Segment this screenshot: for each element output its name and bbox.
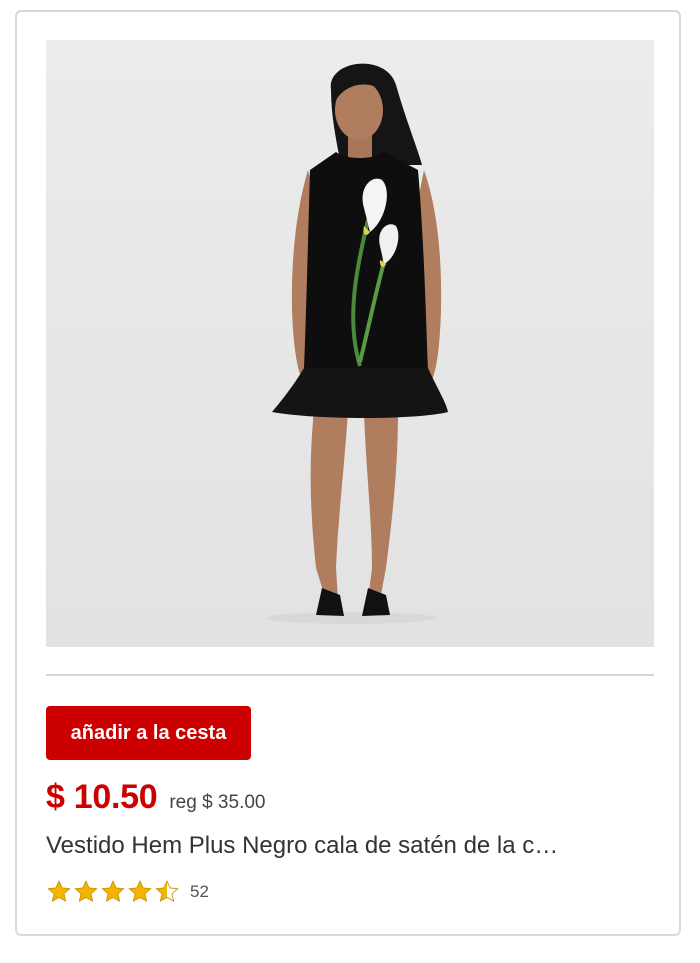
product-image[interactable] — [46, 40, 654, 647]
product-title[interactable]: Vestido Hem Plus Negro cala de satén de … — [46, 832, 658, 860]
rating[interactable]: 52 — [46, 878, 209, 906]
sale-price: $ 10.50 — [46, 778, 158, 816]
regular-price: reg $ 35.00 — [169, 792, 266, 813]
star-half-icon — [155, 880, 179, 902]
star-rating — [46, 879, 180, 905]
product-card: añadir a la cesta $ 10.50 reg $ 35.00 Ve… — [15, 10, 681, 936]
divider — [46, 674, 654, 676]
star-full-icon — [74, 880, 98, 902]
review-count: 52 — [190, 882, 209, 901]
star-full-icon — [47, 880, 71, 902]
model-illustration — [266, 63, 448, 624]
add-to-cart-button[interactable]: añadir a la cesta — [46, 706, 251, 760]
star-full-icon — [128, 880, 152, 902]
star-full-icon — [101, 880, 125, 902]
price-row: $ 10.50 reg $ 35.00 — [46, 778, 265, 818]
